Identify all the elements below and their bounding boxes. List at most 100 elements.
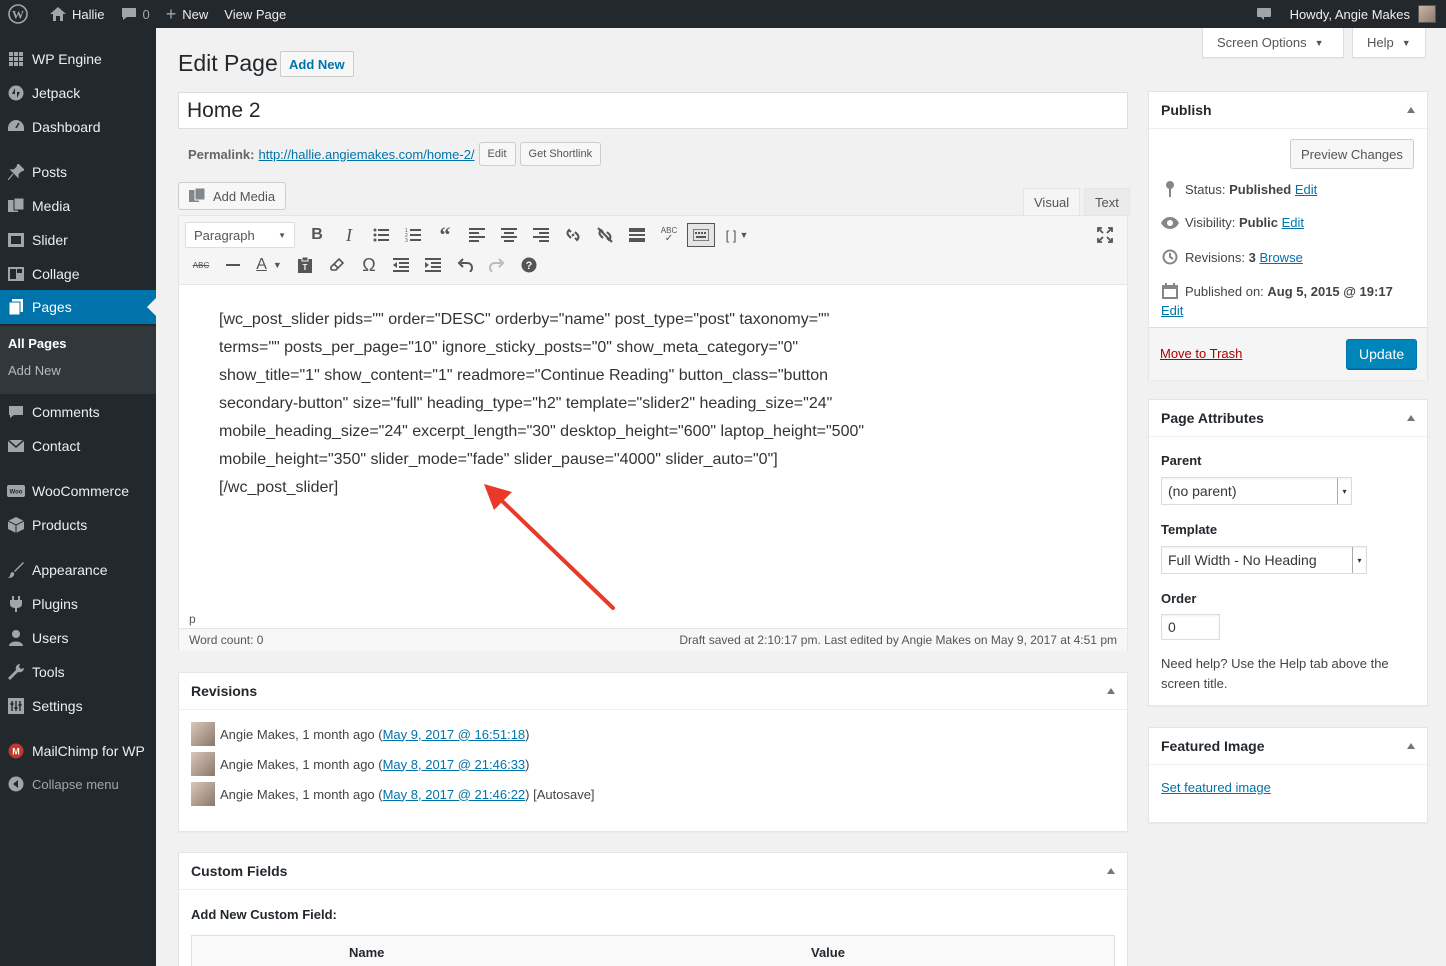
pages-submenu: All Pages Add New — [0, 326, 156, 394]
help-tab[interactable]: Help ▼ — [1352, 28, 1426, 58]
spellcheck-icon[interactable]: ABC ✓ — [653, 221, 685, 249]
permalink-link[interactable]: http://hallie.angiemakes.com/home-2/ — [258, 147, 474, 162]
italic-icon[interactable]: I — [333, 221, 365, 249]
menu-contact[interactable]: Contact — [0, 429, 156, 463]
howdy-user[interactable]: Howdy, Angie Makes — [1290, 7, 1410, 22]
publish-header[interactable]: Publish — [1149, 92, 1427, 129]
menu-media[interactable]: Media — [0, 189, 156, 223]
toolbar-toggle-icon[interactable] — [687, 223, 715, 247]
menu-dashboard[interactable]: Dashboard — [0, 110, 156, 144]
clear-formatting-icon[interactable] — [321, 251, 353, 279]
text-color-icon[interactable]: A ▼ — [249, 251, 289, 279]
menu-tools[interactable]: Tools — [0, 655, 156, 689]
get-shortlink-button[interactable]: Get Shortlink — [519, 142, 602, 166]
user-avatar[interactable] — [1418, 5, 1436, 23]
fullscreen-icon[interactable] — [1089, 221, 1121, 249]
menu-products[interactable]: Products — [0, 508, 156, 542]
featured-image-header[interactable]: Featured Image — [1149, 728, 1427, 765]
published-on-edit-link[interactable]: Edit — [1161, 303, 1183, 318]
collapse-toggle-icon[interactable] — [1107, 868, 1115, 874]
revision-link[interactable]: May 9, 2017 @ 16:51:18 — [383, 727, 526, 742]
parent-select[interactable]: (no parent) ▾ — [1161, 477, 1352, 505]
horizontal-line-icon[interactable] — [217, 251, 249, 279]
redo-icon[interactable] — [481, 251, 513, 279]
menu-users[interactable]: Users — [0, 621, 156, 655]
template-select[interactable]: Full Width - No Heading ▾ — [1161, 546, 1367, 574]
link-icon[interactable] — [557, 221, 589, 249]
collapse-toggle-icon[interactable] — [1407, 415, 1415, 421]
menu-settings[interactable]: Settings — [0, 689, 156, 723]
visibility-edit-link[interactable]: Edit — [1282, 215, 1304, 230]
screen-options-tab[interactable]: Screen Options ▼ — [1202, 28, 1344, 58]
site-name-link[interactable]: Hallie — [42, 0, 113, 28]
revisions-header[interactable]: Revisions — [179, 673, 1127, 710]
set-featured-image-link[interactable]: Set featured image — [1161, 780, 1271, 795]
undo-icon[interactable] — [449, 251, 481, 279]
tab-text[interactable]: Text — [1084, 188, 1130, 216]
menu-jetpack[interactable]: Jetpack — [0, 76, 156, 110]
menu-mailchimp[interactable]: M MailChimp for WP — [0, 734, 156, 768]
add-new-button[interactable]: Add New — [280, 51, 354, 77]
submenu-add-new[interactable]: Add New — [8, 363, 61, 378]
menu-collapse[interactable]: Collapse menu — [0, 767, 156, 801]
column-value: Value — [811, 945, 845, 960]
revisions-browse-link[interactable]: Browse — [1259, 250, 1302, 265]
notification-icon[interactable] — [1256, 7, 1272, 21]
new-content-link[interactable]: + New — [158, 0, 217, 28]
outdent-icon[interactable] — [385, 251, 417, 279]
strikethrough-icon[interactable]: ABC — [185, 251, 217, 279]
permalink-edit-button[interactable]: Edit — [478, 142, 516, 166]
special-character-icon[interactable]: Ω — [353, 251, 385, 279]
menu-collage[interactable]: Collage — [0, 257, 156, 291]
align-right-icon[interactable] — [525, 221, 557, 249]
post-title-input[interactable]: Home 2 — [178, 92, 1128, 129]
menu-slider[interactable]: Slider — [0, 223, 156, 257]
menu-comments[interactable]: Comments — [0, 395, 156, 429]
menu-plugins[interactable]: Plugins — [0, 587, 156, 621]
wordpress-logo-icon[interactable]: W — [0, 0, 42, 28]
revision-link[interactable]: May 8, 2017 @ 21:46:22 — [383, 787, 526, 802]
editor-content[interactable]: [wc_post_slider pids="" order="DESC" ord… — [219, 306, 879, 502]
media-icon — [189, 188, 206, 202]
collapse-toggle-icon[interactable] — [1107, 688, 1115, 694]
paste-text-icon[interactable]: T — [289, 251, 321, 279]
menu-pages[interactable]: Pages — [0, 290, 156, 324]
view-page-link[interactable]: View Page — [216, 0, 294, 28]
bullet-list-icon[interactable] — [365, 221, 397, 249]
revisions-value: 3 — [1248, 249, 1256, 265]
visibility-row: Visibility: Public Edit — [1161, 215, 1304, 230]
tab-visual[interactable]: Visual — [1023, 188, 1081, 216]
keyboard-shortcuts-icon[interactable]: ? — [513, 251, 545, 279]
add-media-button[interactable]: Add Media — [178, 182, 287, 210]
preview-changes-button[interactable]: Preview Changes — [1290, 139, 1414, 169]
menu-wp-engine[interactable]: WP Engine — [0, 42, 156, 76]
revision-suffix: ) — [525, 756, 530, 772]
page-attributes-header[interactable]: Page Attributes — [1149, 400, 1427, 437]
blockquote-icon[interactable]: “ — [429, 221, 461, 249]
comments-link[interactable]: 0 — [113, 0, 158, 28]
read-more-icon[interactable] — [621, 221, 653, 249]
collapse-toggle-icon[interactable] — [1407, 743, 1415, 749]
menu-label: Products — [32, 517, 88, 533]
move-to-trash-link[interactable]: Move to Trash — [1160, 346, 1242, 361]
align-left-icon[interactable] — [461, 221, 493, 249]
unlink-icon[interactable] — [589, 221, 621, 249]
menu-appearance[interactable]: Appearance — [0, 553, 156, 587]
status-edit-link[interactable]: Edit — [1295, 182, 1317, 197]
menu-woocommerce[interactable]: Woo WooCommerce — [0, 474, 156, 508]
update-button[interactable]: Update — [1346, 339, 1418, 369]
submenu-all-pages[interactable]: All Pages — [8, 336, 67, 351]
menu-posts[interactable]: Posts — [0, 155, 156, 189]
menu-label: Media — [32, 198, 71, 214]
indent-icon[interactable] — [417, 251, 449, 279]
align-center-icon[interactable] — [493, 221, 525, 249]
revision-link[interactable]: May 8, 2017 @ 21:46:33 — [383, 757, 526, 772]
shortcode-icon[interactable]: [ ] ▼ — [717, 221, 757, 249]
format-select[interactable]: Paragraph ▼ — [185, 222, 295, 248]
collapse-toggle-icon[interactable] — [1407, 107, 1415, 113]
order-input[interactable]: 0 — [1161, 614, 1220, 640]
eye-icon — [1161, 216, 1179, 229]
numbered-list-icon[interactable]: 123 — [397, 221, 429, 249]
custom-fields-header[interactable]: Custom Fields — [179, 853, 1127, 890]
bold-icon[interactable]: B — [301, 221, 333, 249]
